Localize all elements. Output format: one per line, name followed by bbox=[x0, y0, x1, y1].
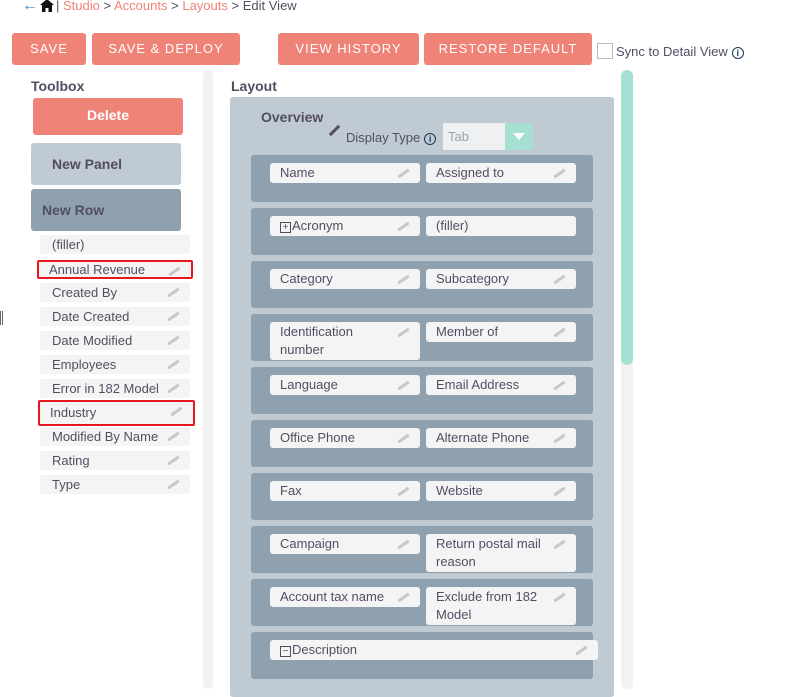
layout-field-account-tax-name[interactable]: Account tax name bbox=[270, 587, 420, 607]
layout-field-description[interactable]: − Description bbox=[270, 640, 598, 660]
toolbox-field-created-by[interactable]: Created By bbox=[40, 283, 190, 302]
edit-pencil-icon[interactable] bbox=[396, 326, 410, 338]
layout-field-subcategory[interactable]: Subcategory bbox=[426, 269, 576, 289]
layout-field-alternate-phone[interactable]: Alternate Phone bbox=[426, 428, 576, 448]
save-button[interactable]: SAVE bbox=[12, 33, 86, 65]
edit-pencil-icon[interactable] bbox=[166, 334, 180, 346]
info-icon[interactable]: i bbox=[731, 47, 744, 59]
layout-scrollbar-thumb[interactable] bbox=[621, 70, 633, 365]
toolbox-field-filler[interactable]: (filler) bbox=[40, 235, 190, 254]
edit-pencil-icon[interactable] bbox=[396, 591, 410, 603]
toolbox-field-employees[interactable]: Employees bbox=[40, 355, 190, 374]
breadcrumb-current: Edit View bbox=[242, 0, 297, 13]
expand-icon[interactable]: + bbox=[280, 222, 291, 233]
layout-field-identification-number[interactable]: Identification number bbox=[270, 322, 420, 360]
toolbox-field-error-in-182-model[interactable]: Error in 182 Model bbox=[40, 379, 190, 398]
layout-field-office-phone[interactable]: Office Phone bbox=[270, 428, 420, 448]
layout-field-assigned-to[interactable]: Assigned to bbox=[426, 163, 576, 183]
edit-pencil-icon[interactable] bbox=[552, 379, 566, 391]
view-history-button[interactable]: VIEW HISTORY bbox=[278, 33, 419, 65]
edit-pencil-icon[interactable] bbox=[396, 485, 410, 497]
edit-pencil-icon[interactable] bbox=[552, 538, 566, 550]
toolbox-field-type[interactable]: Type bbox=[40, 475, 190, 494]
new-row-item[interactable]: New Row bbox=[31, 189, 181, 231]
layout-field-exclude-from-182-model[interactable]: Exclude from 182 Model bbox=[426, 587, 576, 625]
collapse-icon[interactable]: − bbox=[280, 646, 291, 657]
breadcrumb-studio[interactable]: Studio bbox=[63, 0, 100, 13]
layout-field-member-of[interactable]: Member of bbox=[426, 322, 576, 342]
edit-pencil-icon[interactable] bbox=[166, 310, 180, 322]
toolbox-field-modified-by-name[interactable]: Modified By Name bbox=[40, 427, 190, 446]
edit-pencil-icon[interactable] bbox=[396, 220, 410, 232]
edit-pencil-icon[interactable] bbox=[552, 432, 566, 444]
edit-panel-pencil-icon[interactable] bbox=[328, 123, 342, 137]
layout-field-name[interactable]: Name bbox=[270, 163, 420, 183]
edit-pencil-icon[interactable] bbox=[574, 644, 588, 656]
layout-field-filler[interactable]: (filler) bbox=[426, 216, 576, 236]
edit-pencil-icon[interactable] bbox=[396, 538, 410, 550]
edit-pencil-icon[interactable] bbox=[552, 591, 566, 603]
toolbox-field-industry[interactable]: Industry bbox=[38, 400, 195, 426]
toolbox-title: Toolbox bbox=[31, 78, 85, 94]
toolbox-scrollbar[interactable] bbox=[203, 70, 213, 689]
layout-field-acronym[interactable]: + Acronym bbox=[270, 216, 420, 236]
new-panel-item[interactable]: New Panel bbox=[31, 143, 181, 185]
edit-pencil-icon[interactable] bbox=[552, 326, 566, 338]
resize-handle[interactable] bbox=[0, 311, 3, 325]
chevron-down-icon[interactable] bbox=[505, 123, 533, 150]
layout-field-fax[interactable]: Fax bbox=[270, 481, 420, 501]
edit-pencil-icon[interactable] bbox=[166, 454, 180, 466]
edit-pencil-icon[interactable] bbox=[166, 382, 180, 394]
edit-pencil-icon[interactable] bbox=[166, 358, 180, 370]
sync-to-detail-view: Sync to Detail View i bbox=[597, 43, 744, 59]
breadcrumb-layouts[interactable]: Layouts bbox=[182, 0, 228, 13]
edit-pencil-icon[interactable] bbox=[396, 379, 410, 391]
back-arrow-icon[interactable]: ← bbox=[22, 0, 38, 14]
edit-pencil-icon[interactable] bbox=[396, 432, 410, 444]
edit-pencil-icon[interactable] bbox=[552, 273, 566, 285]
layout-field-language[interactable]: Language bbox=[270, 375, 420, 395]
layout-title: Layout bbox=[231, 78, 277, 94]
edit-pencil-icon[interactable] bbox=[167, 265, 181, 277]
breadcrumb-accounts[interactable]: Accounts bbox=[114, 0, 167, 13]
toolbox-field-annual-revenue[interactable]: Annual Revenue bbox=[37, 260, 193, 279]
panel-name: Overview bbox=[261, 109, 324, 125]
layout-field-return-postal-mail-reason[interactable]: Return postal mail reason bbox=[426, 534, 576, 572]
sync-checkbox[interactable] bbox=[597, 43, 613, 59]
edit-pencil-icon[interactable] bbox=[552, 485, 566, 497]
layout-field-category[interactable]: Category bbox=[270, 269, 420, 289]
edit-pencil-icon[interactable] bbox=[552, 167, 566, 179]
edit-pencil-icon[interactable] bbox=[166, 286, 180, 298]
edit-pencil-icon[interactable] bbox=[396, 273, 410, 285]
edit-pencil-icon[interactable] bbox=[166, 478, 180, 490]
layout-field-email-address[interactable]: Email Address bbox=[426, 375, 576, 395]
edit-pencil-icon[interactable] bbox=[169, 405, 183, 417]
toolbox-field-date-created[interactable]: Date Created bbox=[40, 307, 190, 326]
toolbox-field-date-modified[interactable]: Date Modified bbox=[40, 331, 190, 350]
edit-pencil-icon[interactable] bbox=[396, 167, 410, 179]
save-deploy-button[interactable]: SAVE & DEPLOY bbox=[92, 33, 240, 65]
delete-drop-zone[interactable]: Delete bbox=[33, 98, 183, 135]
restore-default-button[interactable]: RESTORE DEFAULT bbox=[424, 33, 592, 65]
breadcrumb: ← | Studio > Accounts > Layouts > Edit Vi… bbox=[22, 0, 297, 15]
layout-field-campaign[interactable]: Campaign bbox=[270, 534, 420, 554]
toolbox-field-rating[interactable]: Rating bbox=[40, 451, 190, 470]
home-icon[interactable] bbox=[40, 0, 54, 12]
info-icon[interactable]: i bbox=[424, 133, 437, 145]
display-type-label: Display Type i bbox=[346, 130, 437, 145]
edit-pencil-icon[interactable] bbox=[166, 430, 180, 442]
layout-field-website[interactable]: Website bbox=[426, 481, 576, 501]
sync-label: Sync to Detail View bbox=[616, 44, 728, 59]
